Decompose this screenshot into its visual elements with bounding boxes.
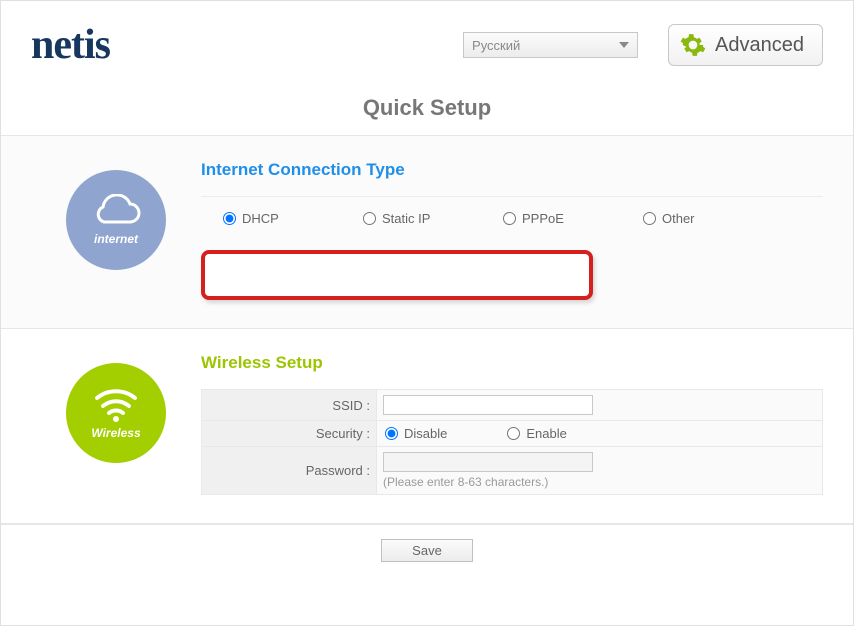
internet-title: Internet Connection Type [201, 160, 823, 180]
radio-static-input[interactable] [363, 212, 376, 225]
radio-pppoe-input[interactable] [503, 212, 516, 225]
security-label: Security : [202, 421, 377, 447]
header: netis Русский Advanced [1, 1, 853, 87]
highlight-box [201, 250, 593, 300]
gear-icon [679, 31, 707, 59]
radio-pppoe[interactable]: PPPoE [503, 211, 643, 226]
language-selected: Русский [472, 38, 520, 53]
wireless-section: Wireless Wireless Setup SSID : Security … [1, 329, 853, 524]
language-select[interactable]: Русский [463, 32, 638, 58]
wireless-icon: Wireless [66, 363, 166, 463]
radio-static[interactable]: Static IP [363, 211, 503, 226]
advanced-label: Advanced [715, 34, 804, 57]
footer: Save [1, 524, 853, 576]
radio-dhcp-input[interactable] [223, 212, 236, 225]
ssid-label: SSID : [202, 390, 377, 421]
connection-type-radios: DHCP Static IP PPPoE Other [201, 211, 823, 226]
internet-icon-label: internet [94, 232, 138, 246]
brand-logo: netis [31, 21, 110, 69]
wireless-icon-label: Wireless [91, 426, 140, 440]
page-title: Quick Setup [1, 95, 853, 121]
password-input[interactable] [383, 452, 593, 472]
advanced-button[interactable]: Advanced [668, 24, 823, 66]
internet-section: internet Internet Connection Type DHCP S… [1, 136, 853, 329]
password-label: Password : [202, 447, 377, 495]
radio-security-disable[interactable]: Disable [385, 426, 447, 441]
radio-other-input[interactable] [643, 212, 656, 225]
radio-other[interactable]: Other [643, 211, 783, 226]
radio-security-enable[interactable]: Enable [507, 426, 566, 441]
password-hint: (Please enter 8-63 characters.) [383, 475, 816, 489]
internet-icon: internet [66, 170, 166, 270]
wireless-title: Wireless Setup [201, 353, 823, 373]
radio-enable-input[interactable] [507, 427, 520, 440]
radio-dhcp[interactable]: DHCP [223, 211, 363, 226]
save-button[interactable]: Save [381, 539, 473, 562]
chevron-down-icon [619, 42, 629, 48]
radio-disable-input[interactable] [385, 427, 398, 440]
ssid-input[interactable] [383, 395, 593, 415]
page-title-bar: Quick Setup [1, 87, 853, 136]
